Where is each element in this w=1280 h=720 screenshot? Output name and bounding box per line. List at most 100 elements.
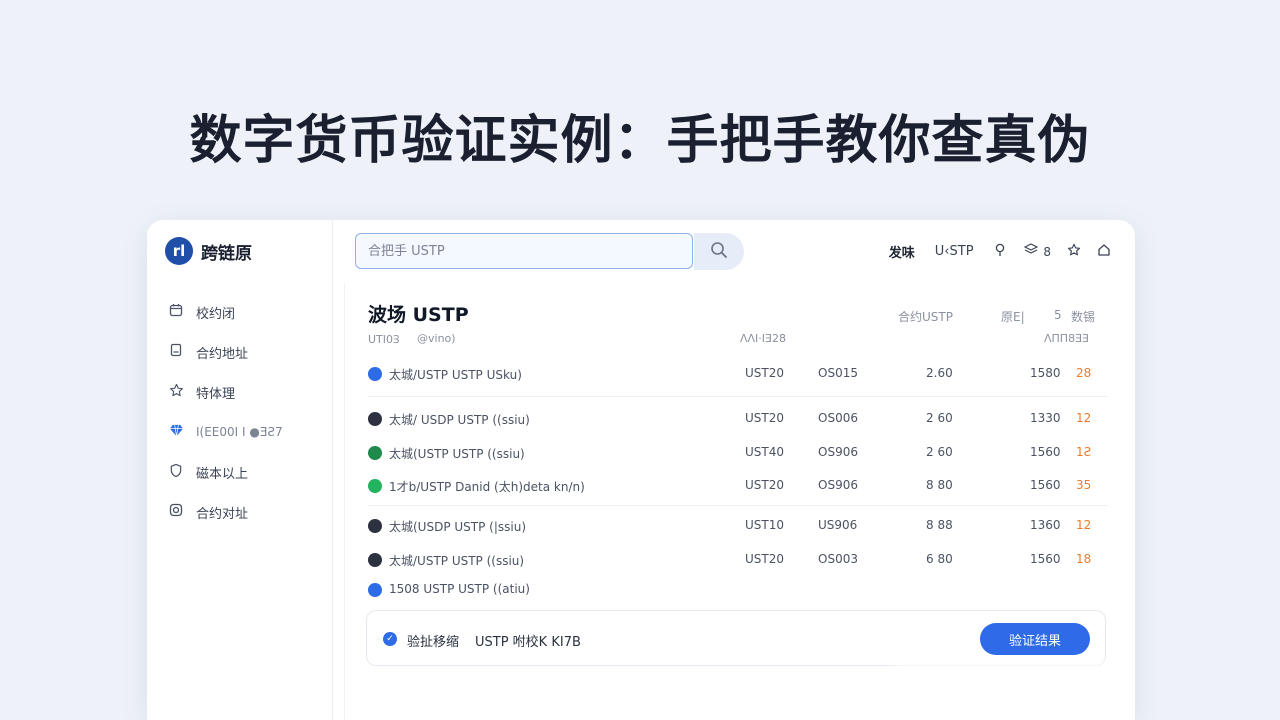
row-cell-c3: 2 60 [926, 445, 953, 459]
row-cell-c4: 1580 [1030, 366, 1061, 380]
sidebar-item-2[interactable]: 特体理 [167, 372, 283, 412]
origin-meta: 原E| [1001, 310, 1025, 324]
sidebar-item-0[interactable]: 校约闭 [167, 292, 283, 332]
shield-icon [167, 463, 185, 482]
document-icon [167, 343, 185, 361]
instagram-icon [167, 503, 185, 521]
notifications-button[interactable]: 8 [1022, 243, 1051, 260]
calendar-icon [167, 303, 185, 321]
sidebar-item-label: 磁本以上 [196, 466, 249, 482]
search-field[interactable] [355, 233, 716, 269]
verify-label: 验扯移缩 [407, 635, 460, 650]
star-icon [167, 383, 185, 402]
brand[interactable]: rl 跨链原 [165, 237, 252, 265]
row-cell-c5: 35 [1076, 478, 1092, 492]
row-cell-c5: 12 [1076, 411, 1092, 425]
row-divider [368, 396, 1108, 397]
token-icon [368, 519, 382, 533]
row-cell-c5: 1Ƨ [1076, 445, 1092, 459]
token-icon [368, 583, 382, 597]
verify-code: USTP 咐校K KI7B [475, 635, 581, 650]
search-button[interactable] [694, 233, 744, 270]
search-input[interactable] [356, 234, 716, 268]
sidebar-item-5[interactable]: 合约对址 [167, 492, 283, 532]
row-cell-c3: 2.60 [926, 366, 953, 380]
column-header: UTI0Ɜ [368, 333, 400, 346]
row-cell-c2: OS003 [818, 552, 858, 566]
token-icon [368, 553, 382, 567]
brand-logo-icon: rl [165, 237, 193, 265]
sidebar-item-3[interactable]: I(EE00I I ●ƎƧ7 [167, 412, 283, 452]
publish-link[interactable]: 发味 [889, 242, 915, 261]
column-header: ΛΛΙ·ΙƎ28 [740, 332, 786, 345]
origin-count: 5 [1054, 308, 1062, 322]
row-cell-c1: UST20 [745, 478, 784, 492]
verify-result-button[interactable]: 验证结果 [980, 623, 1090, 655]
row-token-name: 1508 USTP USTP ((atiu) [389, 582, 530, 596]
sidebar-item-label: 校约闭 [196, 306, 236, 322]
row-cell-c2: OS015 [818, 366, 858, 380]
row-cell-c3: 8 80 [926, 478, 953, 492]
notification-count: 8 [1043, 245, 1051, 259]
page-title: 波场 USTP [368, 304, 469, 326]
row-cell-c2: US906 [818, 518, 858, 532]
layers-icon [1023, 243, 1042, 259]
verify-status-icon: ✓ [383, 632, 397, 646]
table-row[interactable]: 太城/USTP USTP USku) UST20 OS015 2.60 1580 28 [368, 359, 1108, 389]
search-icon [710, 241, 728, 263]
row-cell-c5: 18 [1076, 552, 1092, 566]
row-token-name: 1才b/USTP Danid (太h)deta kn/n) [389, 480, 585, 494]
table-row[interactable]: 1才b/USTP Danid (太h)deta kn/n) UST20 OS906 8… [368, 471, 1108, 501]
row-cell-c1: UST10 [745, 518, 784, 532]
table-row[interactable]: 太城(USTP USTP ((ssiu) UST40 OS906 2 60 1560 1Ƨ [368, 438, 1108, 468]
table-row[interactable]: 太城/USTP USTP ((ssiu) UST20 OS003 6 80 1560 18 [368, 545, 1108, 575]
sidebar: rl 跨链原 校约闭 合约地址 特体理 I(EE00I I ●ƎƧ7 磁本以上 … [147, 220, 333, 720]
sidebar-item-1[interactable]: 合约地址 [167, 332, 283, 372]
verify-panel: ✓ 验扯移缩 USTP 咐校K KI7B 验证结果 [366, 610, 1106, 666]
token-icon [368, 446, 382, 460]
blurred-watermark [895, 664, 1115, 712]
sidebar-item-4[interactable]: 磁本以上 [167, 452, 283, 492]
favorites-star-icon[interactable] [1067, 243, 1081, 261]
contract-meta: 合约USTP [898, 310, 953, 324]
row-cell-c1: UST40 [745, 445, 784, 459]
page-headline: 数字货币验证实例：手把手教你查真伪 [189, 111, 1091, 171]
network-selector[interactable]: U‹STP [935, 244, 974, 259]
sidebar-item-label: 特体理 [196, 386, 236, 402]
brand-name: 跨链原 [201, 243, 252, 264]
row-cell-c1: UST20 [745, 366, 784, 380]
row-cell-c3: 6 80 [926, 552, 953, 566]
token-icon [368, 479, 382, 493]
row-cell-c2: OS906 [818, 478, 858, 492]
row-cell-c4: 1330 [1030, 411, 1061, 425]
token-icon [368, 412, 382, 426]
table-row[interactable]: 太城(USDP USTP (|ssiu) UST10 US906 8 88 1360 12 [368, 511, 1108, 541]
row-cell-c2: OS006 [818, 411, 858, 425]
topbar-actions: 发味 U‹STP 8 [889, 242, 1111, 261]
row-cell-c4: 1560 [1030, 445, 1061, 459]
row-token-name: 太城/ USDP USTP ((ssiu) [389, 413, 530, 427]
diamond-icon [167, 423, 185, 442]
row-cell-c3: 8 88 [926, 518, 953, 532]
row-token-name: 太城/USTP USTP ((ssiu) [389, 554, 525, 568]
data-meta: 数锡 [1071, 310, 1096, 324]
row-cell-c1: UST20 [745, 411, 784, 425]
token-icon [368, 367, 382, 381]
app-window: rl 跨链原 校约闭 合约地址 特体理 I(EE00I I ●ƎƧ7 磁本以上 … [147, 220, 1135, 720]
row-token-name: 太城(USTP USTP ((ssiu) [389, 447, 525, 461]
table-row[interactable]: 1508 USTP USTP ((atiu) [368, 575, 1108, 605]
pin-icon[interactable] [994, 243, 1006, 261]
row-divider [368, 505, 1108, 506]
column-header: @vino) [417, 332, 456, 345]
sidebar-item-label: 合约对址 [196, 506, 249, 522]
row-cell-c1: UST20 [745, 552, 784, 566]
column-header: ΛΠΠ8ƎƎ [1044, 332, 1089, 345]
row-token-name: 太城(USDP USTP (|ssiu) [389, 520, 527, 534]
row-token-name: 太城/USTP USTP USku) [389, 368, 522, 382]
table-row[interactable]: 太城/ USDP USTP ((ssiu) UST20 OS006 2 60 1330 1… [368, 404, 1108, 434]
row-cell-c3: 2 60 [926, 411, 953, 425]
home-icon[interactable] [1097, 243, 1111, 261]
main-panel: 波场 USTP 合约USTP 原E| 5 数锡 UTI0Ɜ @vino) ΛΛΙ… [344, 284, 1135, 720]
row-cell-c5: 12 [1076, 518, 1092, 532]
sidebar-item-label: 合约地址 [196, 346, 249, 362]
